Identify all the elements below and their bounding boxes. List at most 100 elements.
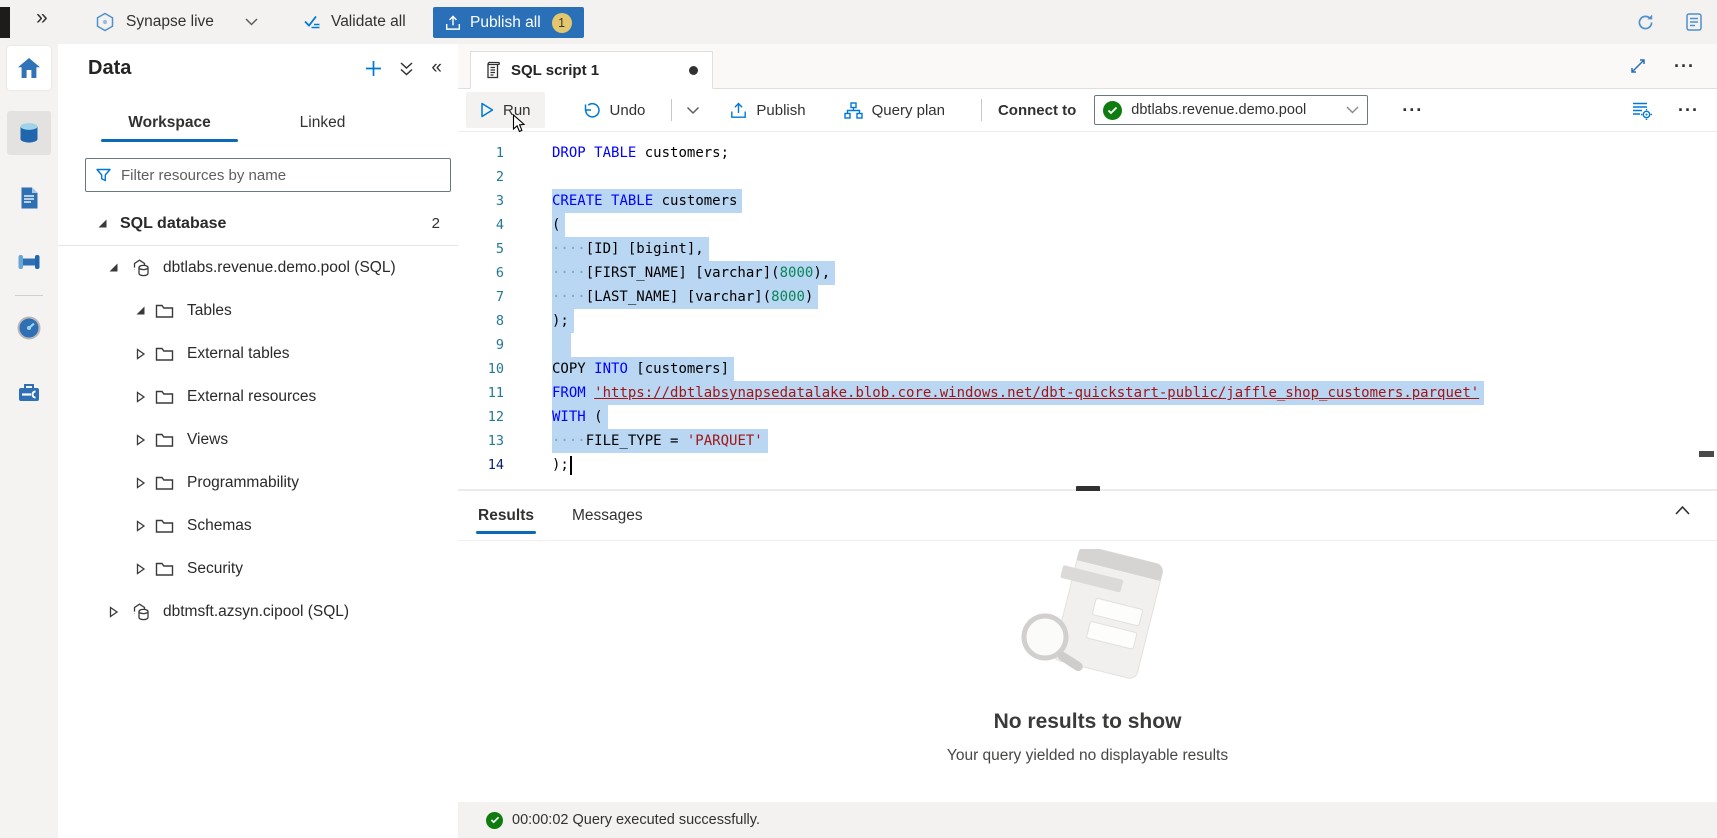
chevron-collapsed-icon[interactable] [135,563,146,575]
tree-item-programmability[interactable]: Programmability [58,461,458,504]
publish-all-button[interactable]: Publish all 1 [433,7,584,38]
pool-select-chevron-icon [1346,106,1359,114]
undo-icon [583,102,601,118]
nav-monitor-button[interactable] [7,306,51,350]
text-cursor [570,456,572,475]
toolbox-icon [16,379,42,405]
toolbar-more-icon[interactable]: ··· [1402,101,1423,119]
code-line-6[interactable]: 6····[FIRST_NAME] [varchar](8000), [458,261,1717,285]
tab-workspace[interactable]: Workspace [93,106,246,142]
data-panel: Data « Workspace Linked SQL database2dbt… [58,44,459,838]
token-ws: ···· [552,289,586,305]
code-line-9[interactable]: 9 [458,333,1717,357]
pool-select-dropdown[interactable]: dbtlabs.revenue.demo.pool [1094,95,1368,125]
nav-manage-button[interactable] [7,370,51,414]
code-line-text[interactable]: FROM 'https://dbtlabsynapsedatalake.blob… [552,381,1484,405]
code-line-text[interactable]: ( [552,213,565,237]
publish-icon [730,102,747,119]
undo-button[interactable]: Undo [569,92,660,128]
code-line-text[interactable]: ); [552,309,574,333]
chevron-collapsed-icon[interactable] [135,348,146,360]
synapse-live-selector[interactable]: Synapse live [95,0,258,44]
nav-integrate-button[interactable] [7,240,51,284]
code-line-13[interactable]: 13····FILE_TYPE = 'PARQUET' [458,429,1717,453]
expand-editor-icon[interactable] [1630,58,1646,74]
expand-menu-icon[interactable]: » [36,6,48,30]
no-results-illustration [973,549,1203,689]
folder-icon [155,561,174,577]
tab-results[interactable]: Results [478,491,534,540]
code-line-2[interactable]: 2 [458,165,1717,189]
tab-messages[interactable]: Messages [572,491,643,540]
code-line-12[interactable]: 12WITH ( [458,405,1717,429]
code-line-5[interactable]: 5····[ID] [bigint], [458,237,1717,261]
line-number: 7 [458,285,504,309]
code-line-8[interactable]: 8); [458,309,1717,333]
chevron-collapsed-icon[interactable] [135,477,146,489]
code-line-text[interactable]: ····[LAST_NAME] [varchar](8000) [552,285,818,309]
publish-button[interactable]: Publish [716,92,819,128]
chevron-collapsed-icon[interactable] [135,520,146,532]
chevron-expanded-icon[interactable] [135,305,146,316]
code-line-text[interactable]: WITH ( [552,405,608,429]
tab-sql-script-1[interactable]: SQL script 1 [470,51,713,89]
code-line-text[interactable]: CREATE TABLE customers [552,189,742,213]
code-line-1[interactable]: 1DROP TABLE customers; [458,141,1717,165]
code-line-text[interactable] [552,333,571,357]
tree-item-dbtlabs-revenue-demo-pool-sql[interactable]: dbtlabs.revenue.demo.pool (SQL) [58,246,458,289]
code-line-10[interactable]: 10COPY INTO [customers] [458,357,1717,381]
chevron-collapsed-icon[interactable] [108,606,119,618]
tree-item-external-tables[interactable]: External tables [58,332,458,375]
folder-icon [155,518,174,534]
nav-data-button[interactable] [7,111,51,155]
code-line-14[interactable]: 14); [458,453,1717,477]
tab-more-actions-icon[interactable]: ··· [1674,57,1695,75]
tree-item-security[interactable]: Security [58,547,458,590]
code-line-11[interactable]: 11FROM 'https://dbtlabsynapsedatalake.bl… [458,381,1717,405]
script-properties-icon[interactable] [1631,101,1652,120]
collapse-results-chevron-icon[interactable] [1674,505,1691,516]
token-pl [586,385,594,401]
nav-develop-button[interactable] [7,176,51,220]
sql-code-editor[interactable]: 1DROP TABLE customers;23CREATE TABLE cus… [458,132,1717,489]
code-line-4[interactable]: 4( [458,213,1717,237]
tree-item-sql-database[interactable]: SQL database2 [58,202,458,245]
code-line-text[interactable]: ····[ID] [bigint], [552,237,709,261]
scrollbar-marker[interactable] [1699,451,1714,457]
code-line-3[interactable]: 3CREATE TABLE customers [458,189,1717,213]
collapse-all-icon[interactable] [399,61,414,77]
query-plan-button[interactable]: Query plan [830,92,959,128]
refresh-icon[interactable] [1636,13,1655,32]
document-icon [16,185,42,211]
tree-item-schemas[interactable]: Schemas [58,504,458,547]
tree-item-dbtmsft-azsyn-cipool-sql[interactable]: dbtmsft.azsyn.cipool (SQL) [58,590,458,633]
tab-linked[interactable]: Linked [246,106,399,142]
run-options-chevron-icon[interactable] [686,106,700,115]
filter-funnel-icon [96,168,111,182]
code-line-text[interactable]: DROP TABLE customers; [552,141,729,165]
chevron-expanded-icon[interactable] [108,262,119,273]
collapse-panel-icon[interactable]: « [431,58,442,77]
code-line-text[interactable]: COPY INTO [customers] [552,357,734,381]
chevron-collapsed-icon[interactable] [135,434,146,446]
chevron-expanded-icon[interactable] [97,218,108,229]
validate-all-button[interactable]: Validate all [303,0,406,44]
tree-item-views[interactable]: Views [58,418,458,461]
nav-home-button[interactable] [7,46,51,90]
chevron-collapsed-icon[interactable] [135,391,146,403]
selection-highlight: ····[ID] [bigint], [552,237,709,261]
filter-input[interactable] [119,166,450,185]
tree-item-tables[interactable]: Tables [58,289,458,332]
token-pl: [FIRST_NAME] [varchar]( [586,265,780,281]
code-line-text[interactable]: ····FILE_TYPE = 'PARQUET' [552,429,768,453]
run-button[interactable]: Run [466,92,545,128]
query-status-bar: 00:00:02 Query executed successfully. [458,802,1717,838]
code-line-text[interactable]: ); [552,453,572,477]
code-line-text[interactable]: ····[FIRST_NAME] [varchar](8000), [552,261,835,285]
editor-more-icon[interactable]: ··· [1678,101,1699,119]
tab-title: SQL script 1 [511,62,599,79]
tree-item-external-resources[interactable]: External resources [58,375,458,418]
add-resource-icon[interactable] [365,60,382,77]
notebook-list-icon[interactable] [1685,12,1703,32]
code-line-7[interactable]: 7 ····[LAST_NAME] [varchar](8000) [458,285,1717,309]
